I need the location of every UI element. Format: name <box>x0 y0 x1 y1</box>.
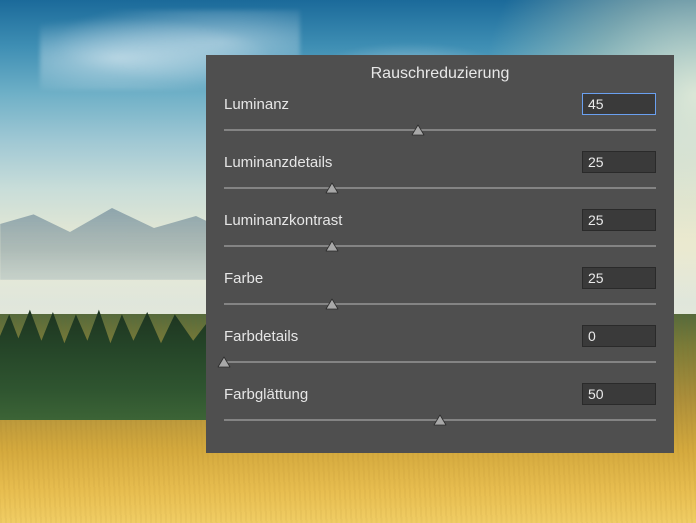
slider-track <box>224 304 656 305</box>
row-farbdetails: Farbdetails <box>206 323 674 373</box>
row-farbglaettung: Farbglättung <box>206 381 674 431</box>
luminanzkontrast-label: Luminanzkontrast <box>224 212 342 229</box>
slider-track <box>224 188 656 189</box>
farbe-label: Farbe <box>224 270 263 287</box>
noise-reduction-panel: Rauschreduzierung Luminanz Luminanzdetai… <box>206 55 674 453</box>
slider-track <box>224 362 656 363</box>
farbdetails-label: Farbdetails <box>224 328 298 345</box>
row-farbe: Farbe <box>206 265 674 315</box>
slider-thumb-icon[interactable] <box>217 356 231 368</box>
row-luminanz: Luminanz <box>206 91 674 141</box>
farbglaettung-slider[interactable] <box>224 409 656 431</box>
luminanz-input[interactable] <box>582 93 656 115</box>
slider-thumb-icon[interactable] <box>325 240 339 252</box>
slider-track <box>224 246 656 247</box>
farbdetails-slider[interactable] <box>224 351 656 373</box>
farbe-input[interactable] <box>582 267 656 289</box>
luminanzdetails-input[interactable] <box>582 151 656 173</box>
luminanz-label: Luminanz <box>224 96 289 113</box>
slider-track <box>224 130 656 131</box>
row-luminanzkontrast: Luminanzkontrast <box>206 207 674 257</box>
slider-thumb-icon[interactable] <box>433 414 447 426</box>
luminanzdetails-slider[interactable] <box>224 177 656 199</box>
row-luminanzdetails: Luminanzdetails <box>206 149 674 199</box>
panel-title: Rauschreduzierung <box>206 65 674 83</box>
slider-thumb-icon[interactable] <box>325 182 339 194</box>
slider-thumb-icon[interactable] <box>411 124 425 136</box>
farbglaettung-label: Farbglättung <box>224 386 308 403</box>
farbglaettung-input[interactable] <box>582 383 656 405</box>
luminanzkontrast-input[interactable] <box>582 209 656 231</box>
farbdetails-input[interactable] <box>582 325 656 347</box>
luminanzdetails-label: Luminanzdetails <box>224 154 332 171</box>
farbe-slider[interactable] <box>224 293 656 315</box>
luminanzkontrast-slider[interactable] <box>224 235 656 257</box>
slider-thumb-icon[interactable] <box>325 298 339 310</box>
luminanz-slider[interactable] <box>224 119 656 141</box>
